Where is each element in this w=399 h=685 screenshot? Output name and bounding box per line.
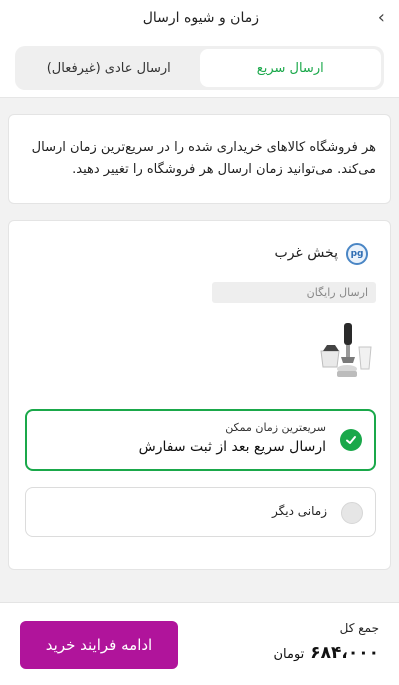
continue-purchase-button[interactable]: ادامه فرایند خرید xyxy=(20,621,178,669)
fastest-time-option[interactable]: سریعترین زمان ممکن ارسال سریع بعد از ثبت… xyxy=(25,409,376,471)
footer: جمع کل ۶۸۴،۰۰۰ تومان ادامه فرایند خرید xyxy=(0,602,399,685)
page-title: زمان و شیوه ارسال xyxy=(142,10,259,26)
info-card: هر فروشگاه کالاهای خریداری شده را در سری… xyxy=(8,114,391,204)
info-text: هر فروشگاه کالاهای خریداری شده را در سری… xyxy=(31,140,376,177)
free-shipping-badge: ارسال رایگان xyxy=(212,282,376,303)
currency-label: تومان xyxy=(273,647,305,662)
option-subtitle: سریعترین زمان ممکن xyxy=(225,421,326,434)
total-label: جمع کل xyxy=(339,621,379,635)
tab-fast-shipping[interactable]: ارسال سریع xyxy=(199,49,381,87)
check-circle-icon xyxy=(340,429,362,451)
other-time-label: زمانی دیگر xyxy=(272,504,327,518)
tab-normal-shipping[interactable]: ارسال عادی (غیرفعال) xyxy=(18,49,200,87)
chevron-right-icon[interactable]: › xyxy=(378,8,385,28)
shipping-tabs: ارسال سریع ارسال عادی (غیرفعال) xyxy=(15,46,384,90)
shop-logo-icon: pg xyxy=(346,243,368,265)
hand-blender-icon xyxy=(320,323,372,377)
shop-name: پخش غرب xyxy=(274,245,338,261)
total-amount: ۶۸۴،۰۰۰ xyxy=(310,643,379,663)
shop-card: pg پخش غرب ارسال رایگان سریعترین زمان مم… xyxy=(8,220,391,570)
radio-circle-icon[interactable] xyxy=(341,502,363,524)
header: › زمان و شیوه ارسال ارسال سریع ارسال عاد… xyxy=(0,0,399,98)
option-title: ارسال سریع بعد از ثبت سفارش xyxy=(138,439,326,455)
other-time-option[interactable]: زمانی دیگر xyxy=(25,487,376,537)
total-price: ۶۸۴،۰۰۰ تومان xyxy=(273,643,379,663)
